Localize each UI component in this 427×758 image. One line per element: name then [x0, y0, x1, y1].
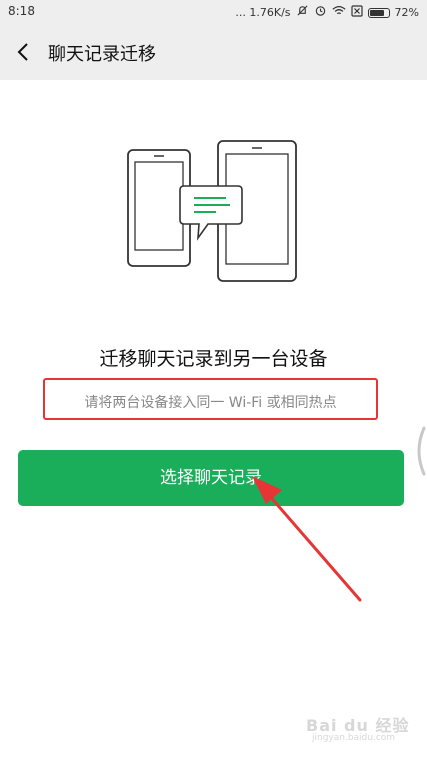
page-title: 聊天记录迁移: [48, 44, 156, 65]
back-button[interactable]: [8, 36, 40, 68]
edge-swipe-handle[interactable]: [410, 424, 427, 478]
sim-off-icon: [350, 4, 363, 21]
device-transfer-illustration: [127, 140, 297, 282]
network-speed: ... 1.76K/s: [235, 5, 291, 19]
hint-annotation-box: 请将两台设备接入同一 Wi-Fi 或相同热点: [43, 378, 378, 420]
status-bar: 8:18 ... 1.76K/s 72%: [0, 0, 427, 24]
battery-icon: [367, 7, 390, 18]
watermark: Bai du 经验 jingyan.baidu.com: [306, 712, 416, 748]
wifi-hint-text: 请将两台设备接入同一 Wi-Fi 或相同热点: [84, 395, 337, 411]
battery-percent: 72%: [394, 5, 419, 19]
select-chat-records-button[interactable]: 选择聊天记录: [18, 450, 404, 506]
wifi-icon: [332, 5, 346, 21]
transfer-title: 迁移聊天记录到另一台设备: [99, 348, 328, 370]
watermark-url: jingyan.baidu.com: [312, 733, 396, 743]
alarm-icon: [314, 4, 327, 21]
app-header: 聊天记录迁移: [0, 24, 427, 80]
mute-icon: [296, 4, 309, 21]
status-time: 8:18: [8, 4, 35, 18]
status-icons: ... 1.76K/s 72%: [235, 4, 419, 21]
chevron-left-icon: [17, 43, 28, 61]
